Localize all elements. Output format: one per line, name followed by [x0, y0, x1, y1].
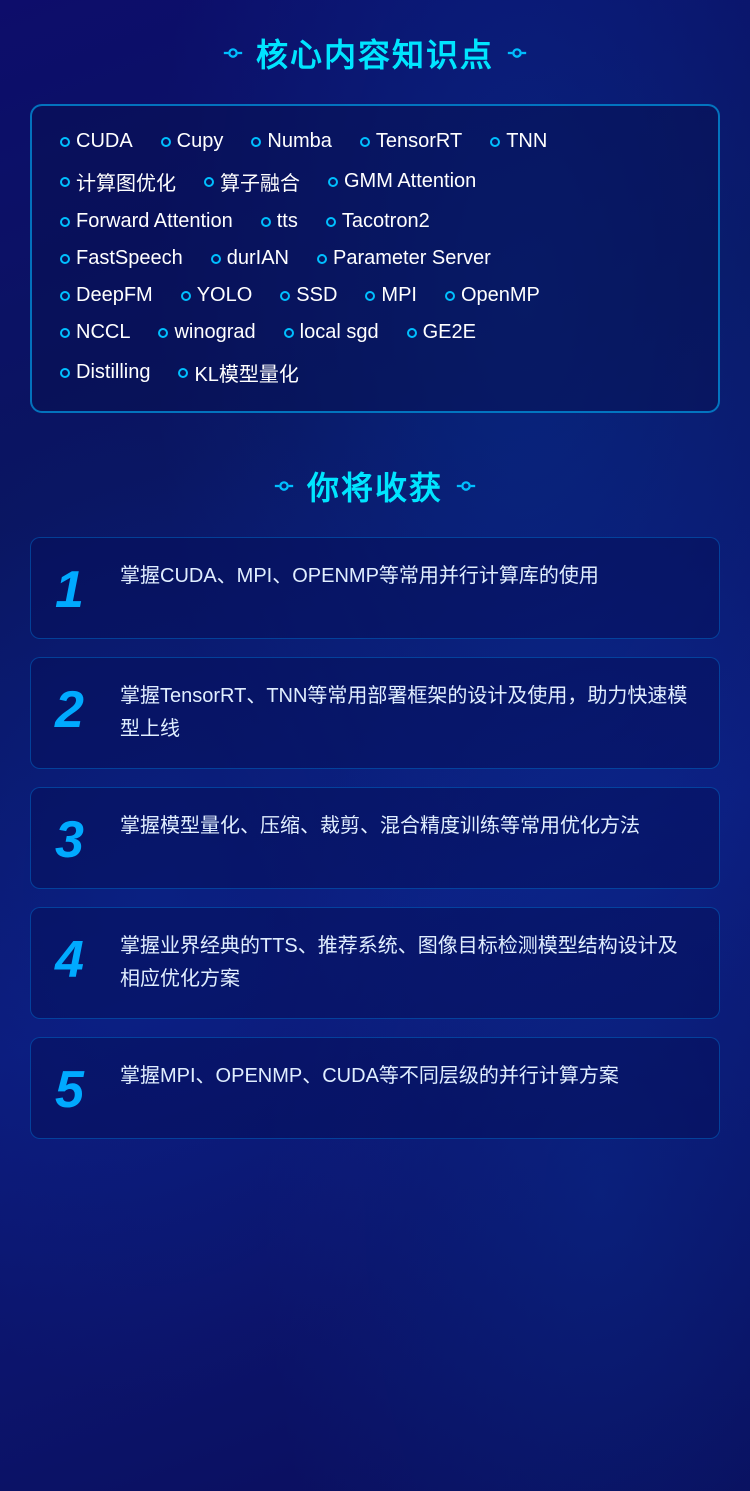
tag-tts: tts	[261, 210, 298, 233]
tag-dot	[178, 368, 188, 378]
tag-mpi: MPI	[365, 284, 417, 307]
tag-deepfm: DeepFM	[60, 284, 153, 307]
benefit-card-5: 5 掌握MPI、OPENMP、CUDA等不同层级的并行计算方案	[30, 1037, 720, 1139]
tags-row-4: FastSpeech durIAN Parameter Server	[60, 247, 690, 270]
tag-tacotron2: Tacotron2	[326, 210, 430, 233]
benefit-text-5: 掌握MPI、OPENMP、CUDA等不同层级的并行计算方案	[120, 1060, 619, 1093]
tags-row-3: Forward Attention tts Tacotron2	[60, 210, 690, 233]
benefit-card-4: 4 掌握业界经典的TTS、推荐系统、图像目标检测模型结构设计及相应优化方案	[30, 907, 720, 1019]
tag-parameter-server: Parameter Server	[317, 247, 491, 270]
tag-dot	[60, 291, 70, 301]
benefit-number-5: 5	[55, 1064, 100, 1116]
benefit-text-2: 掌握TensorRT、TNN等常用部署框架的设计及使用，助力快速模型上线	[120, 680, 695, 746]
tag-dot	[181, 291, 191, 301]
deco-right-2	[455, 475, 477, 497]
tag-dot	[360, 137, 370, 147]
tag-ssd: SSD	[280, 284, 337, 307]
tag-graph-opt: 计算图优化	[60, 167, 176, 196]
tags-row-5: DeepFM YOLO SSD MPI OpenMP	[60, 284, 690, 307]
tag-dot	[317, 254, 327, 264]
page-container: 核心内容知识点 CUDA Cupy Numba	[0, 0, 750, 1197]
tag-dot	[60, 368, 70, 378]
tag-tensorrt: TensorRT	[360, 130, 462, 153]
tag-dot	[284, 328, 294, 338]
section2-title: 你将收获	[30, 463, 720, 509]
deco-left-1	[222, 42, 244, 64]
tag-dot	[326, 217, 336, 227]
benefit-text-3: 掌握模型量化、压缩、裁剪、混合精度训练等常用优化方法	[120, 810, 640, 843]
tag-dot	[280, 291, 290, 301]
benefit-number-3: 3	[55, 814, 100, 866]
deco-right-1	[506, 42, 528, 64]
tag-cupy: Cupy	[161, 130, 224, 153]
tag-local-sgd: local sgd	[284, 321, 379, 344]
benefit-text-4: 掌握业界经典的TTS、推荐系统、图像目标检测模型结构设计及相应优化方案	[120, 930, 695, 996]
tag-dot	[445, 291, 455, 301]
tags-box: CUDA Cupy Numba TensorRT TNN 计	[30, 104, 720, 413]
tag-dot	[60, 254, 70, 264]
deco-left-2	[273, 475, 295, 497]
tag-dot	[60, 217, 70, 227]
tag-dot	[60, 137, 70, 147]
tag-nccl: NCCL	[60, 321, 130, 344]
tag-op-fusion: 算子融合	[204, 167, 300, 196]
tag-dot	[204, 177, 214, 187]
tag-dot	[60, 177, 70, 187]
tag-forward-attention: Forward Attention	[60, 210, 233, 233]
benefit-number-1: 1	[55, 564, 100, 616]
tag-dot	[365, 291, 375, 301]
tag-fastspeech: FastSpeech	[60, 247, 183, 270]
tags-row-6: NCCL winograd local sgd GE2E	[60, 321, 690, 344]
tag-dot	[161, 137, 171, 147]
tag-kl-quant: KL模型量化	[178, 358, 298, 387]
tag-dot	[251, 137, 261, 147]
tag-dot	[490, 137, 500, 147]
tag-gmm-attention: GMM Attention	[328, 170, 476, 193]
tag-dot	[328, 177, 338, 187]
tag-winograd: winograd	[158, 321, 255, 344]
tag-ge2e: GE2E	[407, 321, 476, 344]
tag-cuda: CUDA	[60, 130, 133, 153]
tag-dot	[158, 328, 168, 338]
tag-yolo: YOLO	[181, 284, 253, 307]
tag-dot	[407, 328, 417, 338]
benefits-section: 你将收获 1 掌握CUDA、MPI、OPENMP等常用并行计算库的使用 2 掌握…	[30, 463, 720, 1139]
tag-dot	[211, 254, 221, 264]
section1-title: 核心内容知识点	[30, 30, 720, 76]
tag-openmp: OpenMP	[445, 284, 540, 307]
tag-distilling: Distilling	[60, 361, 150, 384]
tag-tnn: TNN	[490, 130, 547, 153]
tags-row-1: CUDA Cupy Numba TensorRT TNN	[60, 130, 690, 153]
tags-row-2: 计算图优化 算子融合 GMM Attention	[60, 167, 690, 196]
tag-durian: durIAN	[211, 247, 289, 270]
benefit-text-1: 掌握CUDA、MPI、OPENMP等常用并行计算库的使用	[120, 560, 599, 593]
benefit-card-1: 1 掌握CUDA、MPI、OPENMP等常用并行计算库的使用	[30, 537, 720, 639]
tag-dot	[261, 217, 271, 227]
benefit-card-3: 3 掌握模型量化、压缩、裁剪、混合精度训练等常用优化方法	[30, 787, 720, 889]
benefit-number-4: 4	[55, 934, 100, 986]
tag-dot	[60, 328, 70, 338]
benefit-card-2: 2 掌握TensorRT、TNN等常用部署框架的设计及使用，助力快速模型上线	[30, 657, 720, 769]
tags-row-7: Distilling KL模型量化	[60, 358, 690, 387]
tag-numba: Numba	[251, 130, 331, 153]
benefit-number-2: 2	[55, 684, 100, 736]
